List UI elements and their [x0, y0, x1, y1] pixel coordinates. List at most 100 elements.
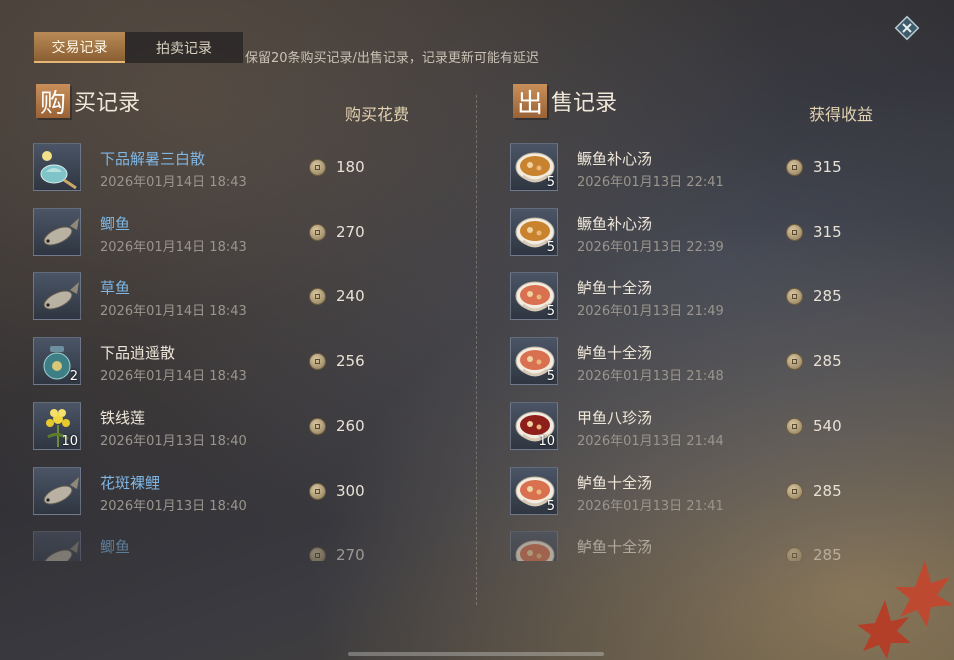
- buy-record-row[interactable]: 草鱼 2026年01月14日 18:43 240: [33, 272, 433, 322]
- coin-icon: [309, 547, 326, 562]
- item-name: 鲫鱼: [100, 214, 131, 233]
- record-notice: 保留20条购买记录/出售记录，记录更新可能有延迟: [245, 51, 539, 66]
- section-divider: [476, 95, 477, 605]
- coin-icon: [786, 482, 803, 500]
- coin-icon: [309, 223, 326, 241]
- income-amount: 285: [813, 287, 842, 306]
- record-timestamp: 2026年01月14日 18:43: [100, 304, 247, 320]
- item-name: 鳜鱼补心汤: [577, 214, 653, 233]
- cost-amount: 300: [336, 481, 365, 500]
- cost-amount: 270: [336, 546, 365, 562]
- coin-icon: [309, 353, 326, 371]
- coin-icon: [309, 288, 326, 306]
- buy-record-row[interactable]: 下品解暑三白散 2026年01月14日 18:43 180: [33, 143, 433, 193]
- fish-icon: [33, 531, 81, 562]
- income-amount: 315: [813, 158, 842, 176]
- record-timestamp: 2026年01月13日 22:39: [577, 239, 724, 255]
- item-quantity: 10: [538, 433, 555, 449]
- tab-trade-records[interactable]: 交易记录: [34, 32, 125, 63]
- coin-icon: [309, 482, 326, 500]
- soup-bowl-icon: 5: [510, 207, 558, 256]
- item-name: 甲鱼八珍汤: [577, 408, 653, 427]
- cost-amount: 240: [336, 287, 365, 306]
- item-name: 花斑裸鲤: [100, 473, 161, 492]
- sell-title-text: 售记录: [551, 91, 618, 116]
- buy-record-row[interactable]: 2 下品逍遥散 2026年01月14日 18:43 256: [33, 337, 433, 387]
- item-name: 铁线莲: [100, 408, 146, 427]
- sell-record-row[interactable]: 5 鲈鱼十全汤 2026年01月13日 21:48 285: [510, 337, 910, 387]
- sell-record-row[interactable]: 5 鲈鱼十全汤 2026年01月13日 21:49 285: [510, 272, 910, 322]
- sell-record-row[interactable]: 5 鳜鱼补心汤 2026年01月13日 22:39 315: [510, 207, 910, 258]
- income-amount: 285: [813, 546, 842, 562]
- flower-icon: 10: [33, 401, 81, 450]
- fish-icon: [33, 466, 81, 515]
- sell-title-char: 出: [513, 84, 547, 119]
- coin-icon: [786, 353, 803, 371]
- maple-leaf-decoration: [857, 560, 953, 659]
- record-timestamp: 2026年01月14日 18:43: [100, 369, 247, 385]
- sell-records-title: 出 售记录: [513, 84, 618, 119]
- record-timestamp: 2026年01月13日 21:44: [577, 433, 724, 449]
- buy-record-row[interactable]: 花斑裸鲤 2026年01月13日 18:40 300: [33, 466, 433, 517]
- item-name: 鲈鱼十全汤: [577, 473, 653, 492]
- record-timestamp: 2026年01月14日 18:43: [100, 175, 247, 190]
- record-tabs: 交易记录 拍卖记录: [34, 32, 243, 63]
- close-button[interactable]: [893, 14, 921, 42]
- record-timestamp: 2026年01月13日 21:48: [577, 369, 724, 385]
- item-name: 下品逍遥散: [100, 344, 176, 363]
- record-timestamp: 2026年01月13日 18:40: [100, 498, 247, 514]
- soup-bowl-icon: 5: [510, 337, 558, 386]
- scroll-indicator[interactable]: [348, 652, 604, 656]
- item-quantity: 5: [546, 239, 555, 255]
- cost-amount: 270: [336, 222, 365, 241]
- buy-record-row[interactable]: 10 铁线莲 2026年01月13日 18:40 260: [33, 401, 433, 452]
- coin-icon: [786, 159, 803, 176]
- tab-auction-records[interactable]: 拍卖记录: [125, 32, 243, 63]
- buy-title-text: 买记录: [74, 91, 141, 116]
- sell-record-row[interactable]: 5 鲈鱼十全汤 2026年01月13日 21:41 285: [510, 466, 910, 517]
- coin-icon: [309, 159, 326, 176]
- item-name: 鲈鱼十全汤: [577, 279, 653, 298]
- coin-icon: [309, 417, 326, 435]
- soup-bowl-icon: 5: [510, 143, 558, 191]
- item-quantity: 2: [69, 369, 78, 385]
- close-icon: [894, 15, 920, 41]
- powder-pouch-icon: [33, 143, 81, 191]
- coin-icon: [786, 417, 803, 435]
- buy-title-char: 购: [36, 84, 70, 119]
- item-name: 鲫鱼: [100, 538, 131, 557]
- item-name: 草鱼: [100, 279, 131, 298]
- cost-amount: 180: [336, 158, 365, 176]
- coin-icon: [786, 288, 803, 306]
- item-name: 鳜鱼补心汤: [577, 150, 653, 168]
- soup-bowl-icon: 10: [510, 401, 558, 450]
- sell-record-row[interactable]: 10 甲鱼八珍汤 2026年01月13日 21:44 540: [510, 401, 910, 452]
- income-amount: 285: [813, 481, 842, 500]
- record-timestamp: 2026年01月13日 21:49: [577, 304, 724, 320]
- item-name: 下品解暑三白散: [100, 150, 206, 168]
- buy-record-row[interactable]: 鲫鱼 2026年01月14日 18:43 270: [33, 207, 433, 258]
- buy-cost-header: 购买花费: [345, 105, 410, 124]
- item-name: 鲈鱼十全汤: [577, 538, 653, 557]
- coin-icon: [786, 547, 803, 562]
- record-timestamp: 2026年01月14日 18:43: [100, 239, 247, 255]
- sell-record-row[interactable]: 鲈鱼十全汤 285: [510, 531, 910, 562]
- sell-income-header: 获得收益: [809, 105, 874, 124]
- item-quantity: 5: [546, 304, 555, 320]
- item-quantity: 10: [61, 433, 78, 449]
- record-timestamp: 2026年01月13日 22:41: [577, 175, 724, 190]
- fish-icon: [33, 207, 81, 256]
- fish-icon: [33, 272, 81, 321]
- income-amount: 285: [813, 352, 842, 371]
- buy-records-title: 购 买记录: [36, 84, 141, 119]
- sell-record-row[interactable]: 5 鳜鱼补心汤 2026年01月13日 22:41 315: [510, 143, 910, 193]
- buy-record-row[interactable]: 鲫鱼 270: [33, 531, 433, 562]
- item-quantity: 5: [546, 175, 555, 190]
- record-timestamp: 2026年01月13日 18:40: [100, 433, 247, 449]
- soup-bowl-icon: 5: [510, 272, 558, 321]
- cost-amount: 256: [336, 352, 365, 371]
- soup-bowl-icon: 5: [510, 466, 558, 515]
- medicine-jar-icon: 2: [33, 337, 81, 386]
- income-amount: 315: [813, 222, 842, 241]
- item-quantity: 5: [546, 498, 555, 514]
